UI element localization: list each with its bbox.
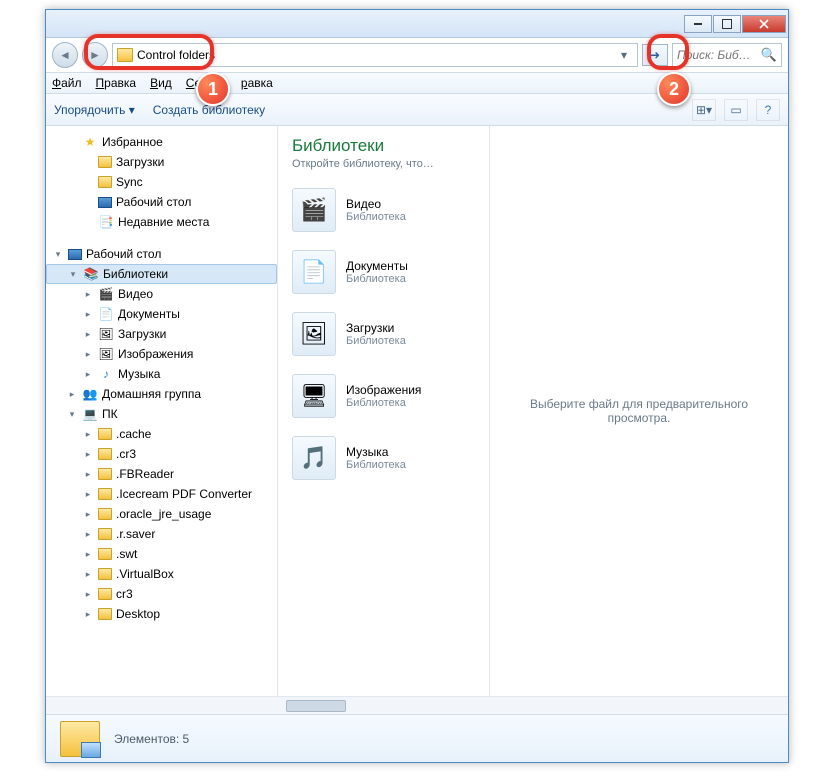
status-icon — [60, 721, 100, 757]
maximize-button[interactable] — [713, 15, 741, 33]
library-item[interactable]: 🖥 ИзображенияБиблиотека — [292, 374, 475, 418]
search-icon: 🔍 — [761, 47, 777, 63]
library-name: Изображения — [346, 383, 421, 397]
tree-pc[interactable]: ▾💻ПК — [46, 404, 277, 424]
library-name: Музыка — [346, 445, 406, 459]
library-name: Документы — [346, 259, 408, 273]
tree-video[interactable]: ▸🎬Видео — [46, 284, 277, 304]
body: ★Избранное Загрузки Sync Рабочий стол 📑Н… — [46, 126, 788, 696]
tree-recent[interactable]: 📑Недавние места — [46, 212, 277, 232]
tree-desktop-root[interactable]: ▾Рабочий стол — [46, 244, 277, 264]
page-subtitle: Откройте библиотеку, что… — [292, 158, 475, 170]
tree-folder[interactable]: ▸.cr3 — [46, 444, 277, 464]
page-title: Библиотеки — [292, 136, 475, 156]
library-list[interactable]: Библиотеки Откройте библиотеку, что… 🎬 Ви… — [278, 126, 490, 696]
scroll-thumb[interactable] — [286, 700, 346, 712]
titlebar — [46, 10, 788, 38]
tree-folder[interactable]: ▸.swt — [46, 544, 277, 564]
tree-folder[interactable]: ▸.Icecream PDF Converter — [46, 484, 277, 504]
main-area: Библиотеки Откройте библиотеку, что… 🎬 Ви… — [278, 126, 788, 696]
close-button[interactable] — [742, 15, 786, 33]
tree-homegroup[interactable]: ▸👥Домашняя группа — [46, 384, 277, 404]
tree-sync[interactable]: Sync — [46, 172, 277, 192]
address-dropdown-icon[interactable]: ▾ — [615, 48, 633, 62]
library-item[interactable]: 🎵 МузыкаБиблиотека — [292, 436, 475, 480]
minimize-button[interactable] — [684, 15, 712, 33]
menu-view[interactable]: Вид — [150, 76, 172, 90]
tree-images[interactable]: ▸🖼Изображения — [46, 344, 277, 364]
preview-pane: Выберите файл для предварительного просм… — [490, 126, 788, 696]
nav-tree[interactable]: ★Избранное Загрузки Sync Рабочий стол 📑Н… — [46, 126, 278, 696]
search-input[interactable] — [677, 48, 761, 62]
tree-music[interactable]: ▸♪Музыка — [46, 364, 277, 384]
tree-downloads[interactable]: Загрузки — [46, 152, 277, 172]
explorer-window: ◄ ► ▾ ➜ 🔍 Файл Правка Вид Сервис равка У… — [45, 9, 789, 763]
preview-pane-button[interactable]: ▭ — [724, 99, 748, 121]
library-icon: 🖼 — [292, 312, 336, 356]
address-bar[interactable]: ▾ — [112, 43, 638, 67]
tree-downloads2[interactable]: ▸🖼Загрузки — [46, 324, 277, 344]
library-icon: 🎬 — [292, 188, 336, 232]
go-button[interactable]: ➜ — [642, 44, 668, 66]
tree-folder[interactable]: ▸.oracle_jre_usage — [46, 504, 277, 524]
view-mode-button[interactable]: ⊞▾ — [692, 99, 716, 121]
library-icon: 🖥 — [292, 374, 336, 418]
library-icon: 📄 — [292, 250, 336, 294]
library-item[interactable]: 📄 ДокументыБиблиотека — [292, 250, 475, 294]
organize-button[interactable]: Упорядочить ▾ — [54, 103, 135, 117]
tree-folder[interactable]: ▸.r.saver — [46, 524, 277, 544]
library-name: Загрузки — [346, 321, 406, 335]
help-button[interactable]: ? — [756, 99, 780, 121]
status-text: Элементов: 5 — [114, 732, 189, 746]
back-button[interactable]: ◄ — [52, 42, 78, 68]
tree-folder[interactable]: ▸.cache — [46, 424, 277, 444]
library-type: Библиотека — [346, 397, 421, 409]
status-bar: Элементов: 5 — [46, 714, 788, 762]
library-icon: 🎵 — [292, 436, 336, 480]
tree-folder[interactable]: ▸.FBReader — [46, 464, 277, 484]
menu-file[interactable]: Файл — [52, 76, 82, 90]
menu-edit[interactable]: Правка — [96, 76, 137, 90]
search-box[interactable]: 🔍 — [672, 43, 782, 67]
library-type: Библиотека — [346, 211, 406, 223]
horizontal-scrollbar[interactable] — [46, 696, 788, 714]
tree-folder[interactable]: ▸cr3 — [46, 584, 277, 604]
callout-badge-2: 2 — [657, 72, 691, 106]
library-item[interactable]: 🎬 ВидеоБиблиотека — [292, 188, 475, 232]
tree-folder[interactable]: ▸Desktop — [46, 604, 277, 624]
tree-folder[interactable]: ▸.VirtualBox — [46, 564, 277, 584]
menu-help[interactable]: равка — [241, 76, 273, 90]
forward-button[interactable]: ► — [82, 42, 108, 68]
navbar: ◄ ► ▾ ➜ 🔍 — [46, 38, 788, 72]
library-item[interactable]: 🖼 ЗагрузкиБиблиотека — [292, 312, 475, 356]
folder-icon — [117, 48, 133, 62]
callout-badge-1: 1 — [196, 72, 230, 106]
address-input[interactable] — [137, 48, 615, 62]
tree-favorites[interactable]: ★Избранное — [46, 132, 277, 152]
library-name: Видео — [346, 197, 406, 211]
library-type: Библиотека — [346, 273, 408, 285]
library-type: Библиотека — [346, 335, 406, 347]
tree-libraries[interactable]: ▾📚Библиотеки — [46, 264, 277, 284]
tree-desktop[interactable]: Рабочий стол — [46, 192, 277, 212]
library-type: Библиотека — [346, 459, 406, 471]
tree-documents[interactable]: ▸📄Документы — [46, 304, 277, 324]
